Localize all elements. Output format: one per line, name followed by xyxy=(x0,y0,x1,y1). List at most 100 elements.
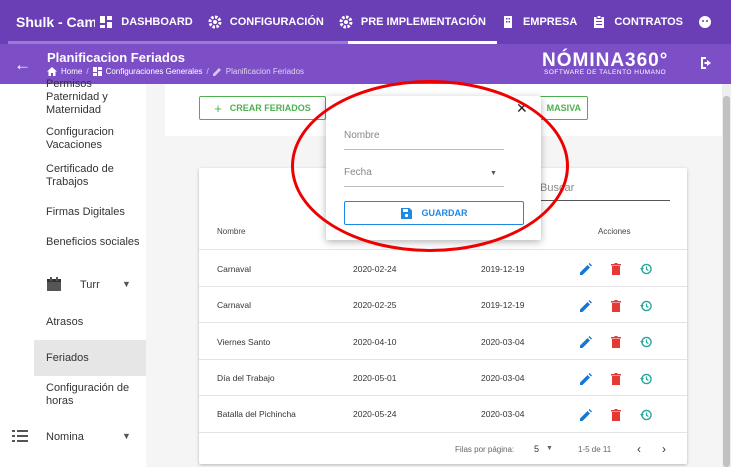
cell-nombre: Batalla del Pichincha xyxy=(217,409,296,419)
close-icon[interactable]: ✕ xyxy=(516,100,528,117)
nav-contratos[interactable]: CONTRATOS xyxy=(588,0,694,44)
delete-icon[interactable] xyxy=(610,408,622,421)
delete-icon[interactable] xyxy=(610,335,622,348)
nav-empresa-label: EMPRESA xyxy=(522,16,578,28)
rows-per-page-select[interactable]: 5 xyxy=(534,444,539,454)
nav-configuracion[interactable]: CONFIGURACIÓN xyxy=(204,0,335,44)
cell-nombre: Día del Trabajo xyxy=(217,373,275,383)
date-field[interactable]: Fecha xyxy=(344,167,504,187)
next-page-icon[interactable]: › xyxy=(662,442,666,456)
company-name[interactable]: Shulk - Camisas El xyxy=(0,14,95,30)
nav-pre-implementacion[interactable]: PRE IMPLEMENTACIÓN xyxy=(334,0,498,44)
delete-icon[interactable] xyxy=(610,372,622,385)
sidebar-item-turnos[interactable]: Turr xyxy=(80,279,120,292)
sidebar-item-beneficios[interactable]: Beneficios sociales xyxy=(46,236,142,249)
history-icon[interactable] xyxy=(640,299,652,312)
building-icon xyxy=(503,16,512,28)
history-icon[interactable] xyxy=(640,372,652,385)
save-icon xyxy=(400,207,412,219)
sidebar-item-feriados[interactable]: Feriados xyxy=(46,352,142,365)
table-divider xyxy=(199,395,687,396)
breadcrumb-current: Planificacion Feriados xyxy=(225,67,305,76)
chevron-down-icon[interactable]: ▼ xyxy=(490,170,497,177)
contract-icon xyxy=(594,15,605,28)
create-holidays-label: CREAR FERIADOS xyxy=(229,103,311,113)
gear-icon xyxy=(339,15,353,29)
nav-configuracion-label: CONFIGURACIÓN xyxy=(229,16,324,28)
search-input[interactable]: Buscar xyxy=(540,182,670,201)
save-label: GUARDAR xyxy=(421,208,468,218)
prev-page-icon[interactable]: ‹ xyxy=(637,442,641,456)
cell-fecha: 2020-02-24 xyxy=(353,264,397,274)
face-icon xyxy=(699,16,711,28)
column-header-acciones: Acciones xyxy=(598,227,631,236)
breadcrumb: Home / Configuraciones Generales / Plani… xyxy=(47,67,304,76)
breadcrumb-separator: / xyxy=(206,67,209,76)
breadcrumb-separator: / xyxy=(86,67,89,76)
sidebar-item-firmas[interactable]: Firmas Digitales xyxy=(46,206,142,219)
history-icon[interactable] xyxy=(640,262,652,275)
column-header-nombre[interactable]: Nombre xyxy=(217,227,245,236)
chevron-down-icon[interactable]: ▼ xyxy=(546,445,553,452)
nav-contratos-label: CONTRATOS xyxy=(614,16,683,28)
bulk-upload-label: MASIVA xyxy=(546,103,581,113)
cell-nombre: Carnaval xyxy=(217,264,252,274)
cell-creado: 2020-03-04 xyxy=(481,337,525,347)
create-holidays-button[interactable]: + CREAR FERIADOS xyxy=(199,96,326,120)
cell-creado: 2019-12-19 xyxy=(481,264,525,274)
table-divider xyxy=(199,322,687,323)
top-navbar: Shulk - Camisas El DASHBOARD CONFIGURACI… xyxy=(0,0,731,44)
sidebar-item-horas[interactable]: Configuración de horas xyxy=(46,382,142,408)
breadcrumb-home[interactable]: Home xyxy=(61,67,82,76)
list-icon xyxy=(12,430,28,442)
delete-icon[interactable] xyxy=(610,262,622,275)
edit-icon[interactable] xyxy=(580,299,592,312)
nav-dashboard-label: DASHBOARD xyxy=(121,16,193,28)
cell-fecha: 2020-04-10 xyxy=(353,337,397,347)
cell-nombre: Carnaval xyxy=(217,300,252,310)
cell-creado: 2020-03-04 xyxy=(481,373,525,383)
pencil-icon xyxy=(212,68,221,76)
chevron-down-icon[interactable]: ▼ xyxy=(122,431,131,441)
gear-icon xyxy=(208,15,222,29)
history-icon[interactable] xyxy=(640,335,652,348)
delete-icon[interactable] xyxy=(610,299,622,312)
edit-icon[interactable] xyxy=(580,335,592,348)
plus-icon: + xyxy=(214,100,222,116)
nav-dashboard[interactable]: DASHBOARD xyxy=(95,0,204,44)
dashboard-icon xyxy=(100,16,113,28)
table-divider xyxy=(199,432,687,433)
nav-more[interactable] xyxy=(694,0,731,44)
cell-fecha: 2020-02-25 xyxy=(353,300,397,310)
calendar-icon xyxy=(47,277,61,291)
cell-creado: 2019-12-19 xyxy=(481,300,525,310)
scrollbar-thumb[interactable] xyxy=(723,96,730,467)
rows-per-page-label: Filas por página: xyxy=(455,445,515,454)
cell-fecha: 2020-05-01 xyxy=(353,373,397,383)
save-button[interactable]: GUARDAR xyxy=(344,201,524,225)
breadcrumb-configuraciones[interactable]: Configuraciones Generales xyxy=(106,67,203,76)
cell-nombre: Viernes Santo xyxy=(217,337,271,347)
edit-icon[interactable] xyxy=(580,262,592,275)
page-title: Planificacion Feriados xyxy=(47,50,185,65)
sidebar-item-certificado[interactable]: Certificado de Trabajos xyxy=(46,163,142,189)
table-divider xyxy=(199,286,687,287)
cell-fecha: 2020-05-24 xyxy=(353,409,397,419)
chevron-down-icon[interactable]: ▼ xyxy=(122,279,131,289)
back-arrow-icon[interactable]: ← xyxy=(14,55,31,75)
table-divider xyxy=(199,249,687,250)
name-field[interactable]: Nombre xyxy=(344,130,504,150)
pagination-range: 1-5 de 11 xyxy=(578,445,612,454)
logout-icon[interactable] xyxy=(700,56,714,70)
edit-icon[interactable] xyxy=(580,408,592,421)
nav-empresa[interactable]: EMPRESA xyxy=(497,0,588,44)
sidebar-item-vacaciones[interactable]: Configuracion Vacaciones xyxy=(46,126,142,152)
logo-subtitle: SOFTWARE DE TALENTO HUMANO xyxy=(544,69,667,76)
sidebar-item-atrasos[interactable]: Atrasos xyxy=(46,316,142,329)
history-icon[interactable] xyxy=(640,408,652,421)
table-divider xyxy=(199,359,687,360)
nav-pre-implementacion-label: PRE IMPLEMENTACIÓN xyxy=(360,16,486,28)
sidebar-item-permisos[interactable]: Permisos Paternidad y Maternidad xyxy=(46,78,142,117)
edit-icon[interactable] xyxy=(580,372,592,385)
dashboard-icon xyxy=(92,67,102,76)
